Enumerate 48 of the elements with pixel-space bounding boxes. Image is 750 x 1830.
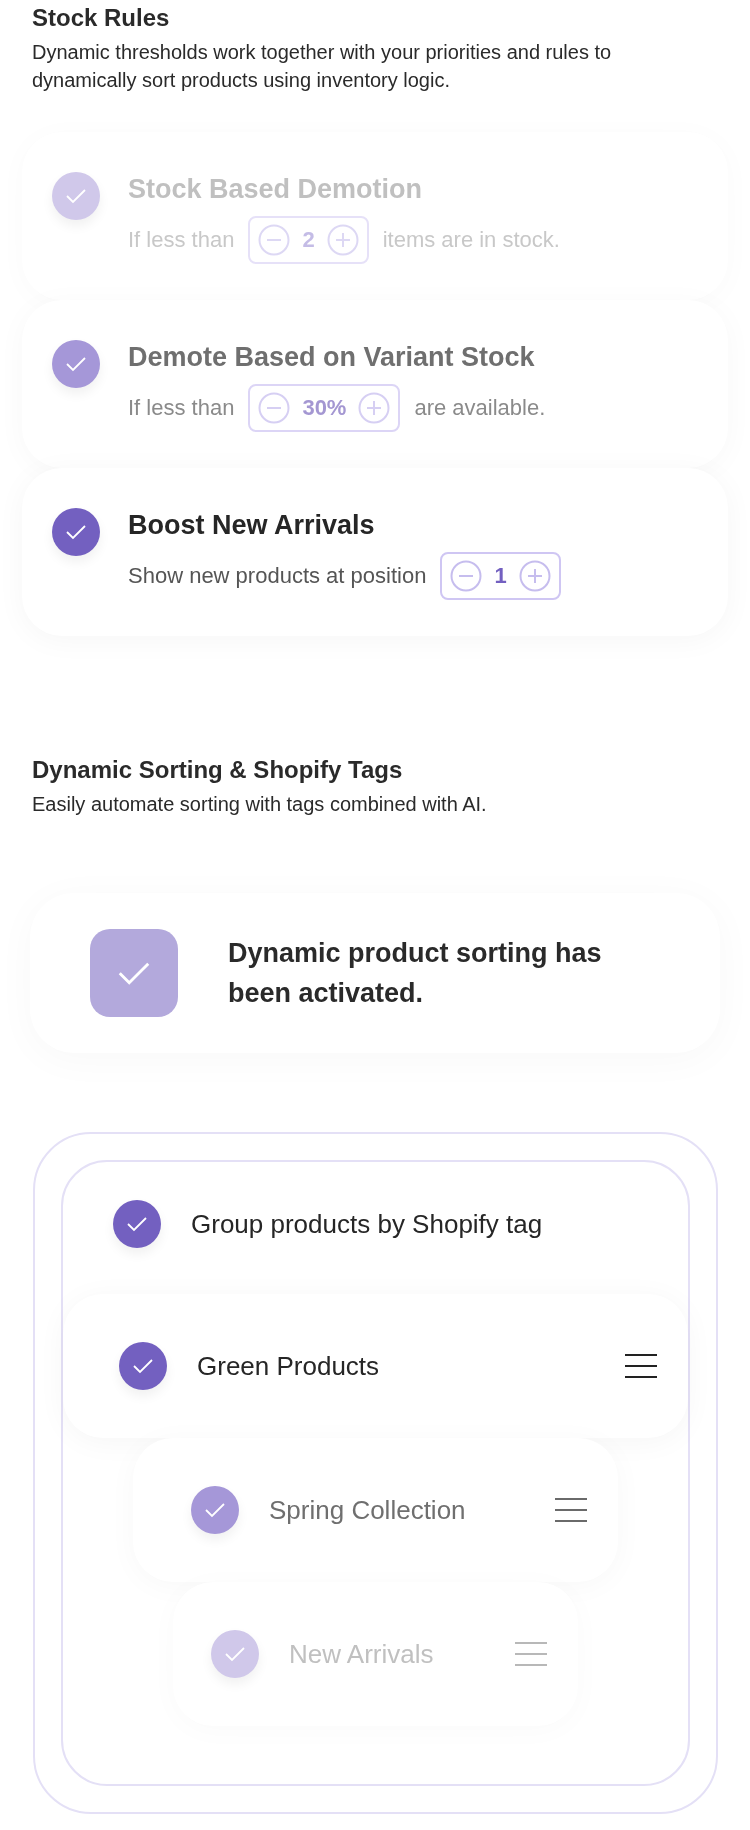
tag-checkbox[interactable] — [191, 1486, 239, 1534]
group-checkbox[interactable] — [113, 1200, 161, 1248]
check-icon — [125, 1215, 149, 1233]
tag-label: New Arrivals — [289, 1638, 435, 1670]
plus-icon — [518, 560, 551, 592]
check-icon — [223, 1645, 247, 1663]
rule-checkbox[interactable] — [52, 340, 100, 388]
check-icon — [64, 187, 88, 205]
rule-checkbox[interactable] — [52, 172, 100, 220]
minus-icon — [258, 224, 291, 256]
increment-button[interactable] — [358, 392, 391, 424]
check-icon — [131, 1357, 155, 1375]
section-title: Stock Rules — [32, 4, 171, 32]
tag-checkbox[interactable] — [119, 1342, 167, 1390]
tag-row[interactable]: Green Products — [63, 1294, 688, 1438]
minus-icon — [450, 560, 483, 592]
tag-label: Spring Collection — [269, 1494, 467, 1526]
decrement-button[interactable] — [258, 224, 291, 256]
stepper-value: 30% — [301, 395, 348, 421]
check-icon — [64, 355, 88, 373]
group-label: Group products by Shopify tag — [191, 1208, 543, 1240]
rule-title: Demote Based on Variant Stock — [128, 341, 536, 374]
section-description: Dynamic thresholds work together with your priorities and rules to dynamically sort products using inventory logic. — [32, 40, 613, 93]
stepper-value: 1 — [493, 563, 508, 589]
check-icon — [64, 523, 88, 541]
minus-icon — [258, 392, 291, 424]
activation-message: Dynamic product sorting has been activated. — [228, 937, 603, 1010]
rule-text: are available. — [414, 395, 546, 421]
rule-text: If less than — [128, 395, 235, 421]
check-icon — [203, 1501, 227, 1519]
rule-title: Boost New Arrivals — [128, 509, 376, 542]
number-stepper[interactable]: 1 — [440, 552, 561, 600]
increment-button[interactable] — [518, 560, 551, 592]
tag-label: Green Products — [197, 1350, 381, 1382]
tag-checkbox[interactable] — [211, 1630, 259, 1678]
menu-icon[interactable] — [624, 1352, 658, 1380]
rule-text: Show new products at position — [128, 563, 427, 589]
decrement-button[interactable] — [450, 560, 483, 592]
increment-button[interactable] — [326, 224, 359, 256]
decrement-button[interactable] — [258, 392, 291, 424]
plus-icon — [326, 224, 359, 256]
rule-checkbox[interactable] — [52, 508, 100, 556]
rule-title: Stock Based Demotion — [128, 173, 424, 206]
stepper-value: 2 — [301, 227, 316, 253]
plus-icon — [358, 392, 391, 424]
section-description: Easily automate sorting with tags combined with AI. — [32, 792, 488, 817]
section-title: Dynamic Sorting & Shopify Tags — [32, 756, 404, 784]
number-stepper[interactable]: 30% — [248, 384, 401, 432]
